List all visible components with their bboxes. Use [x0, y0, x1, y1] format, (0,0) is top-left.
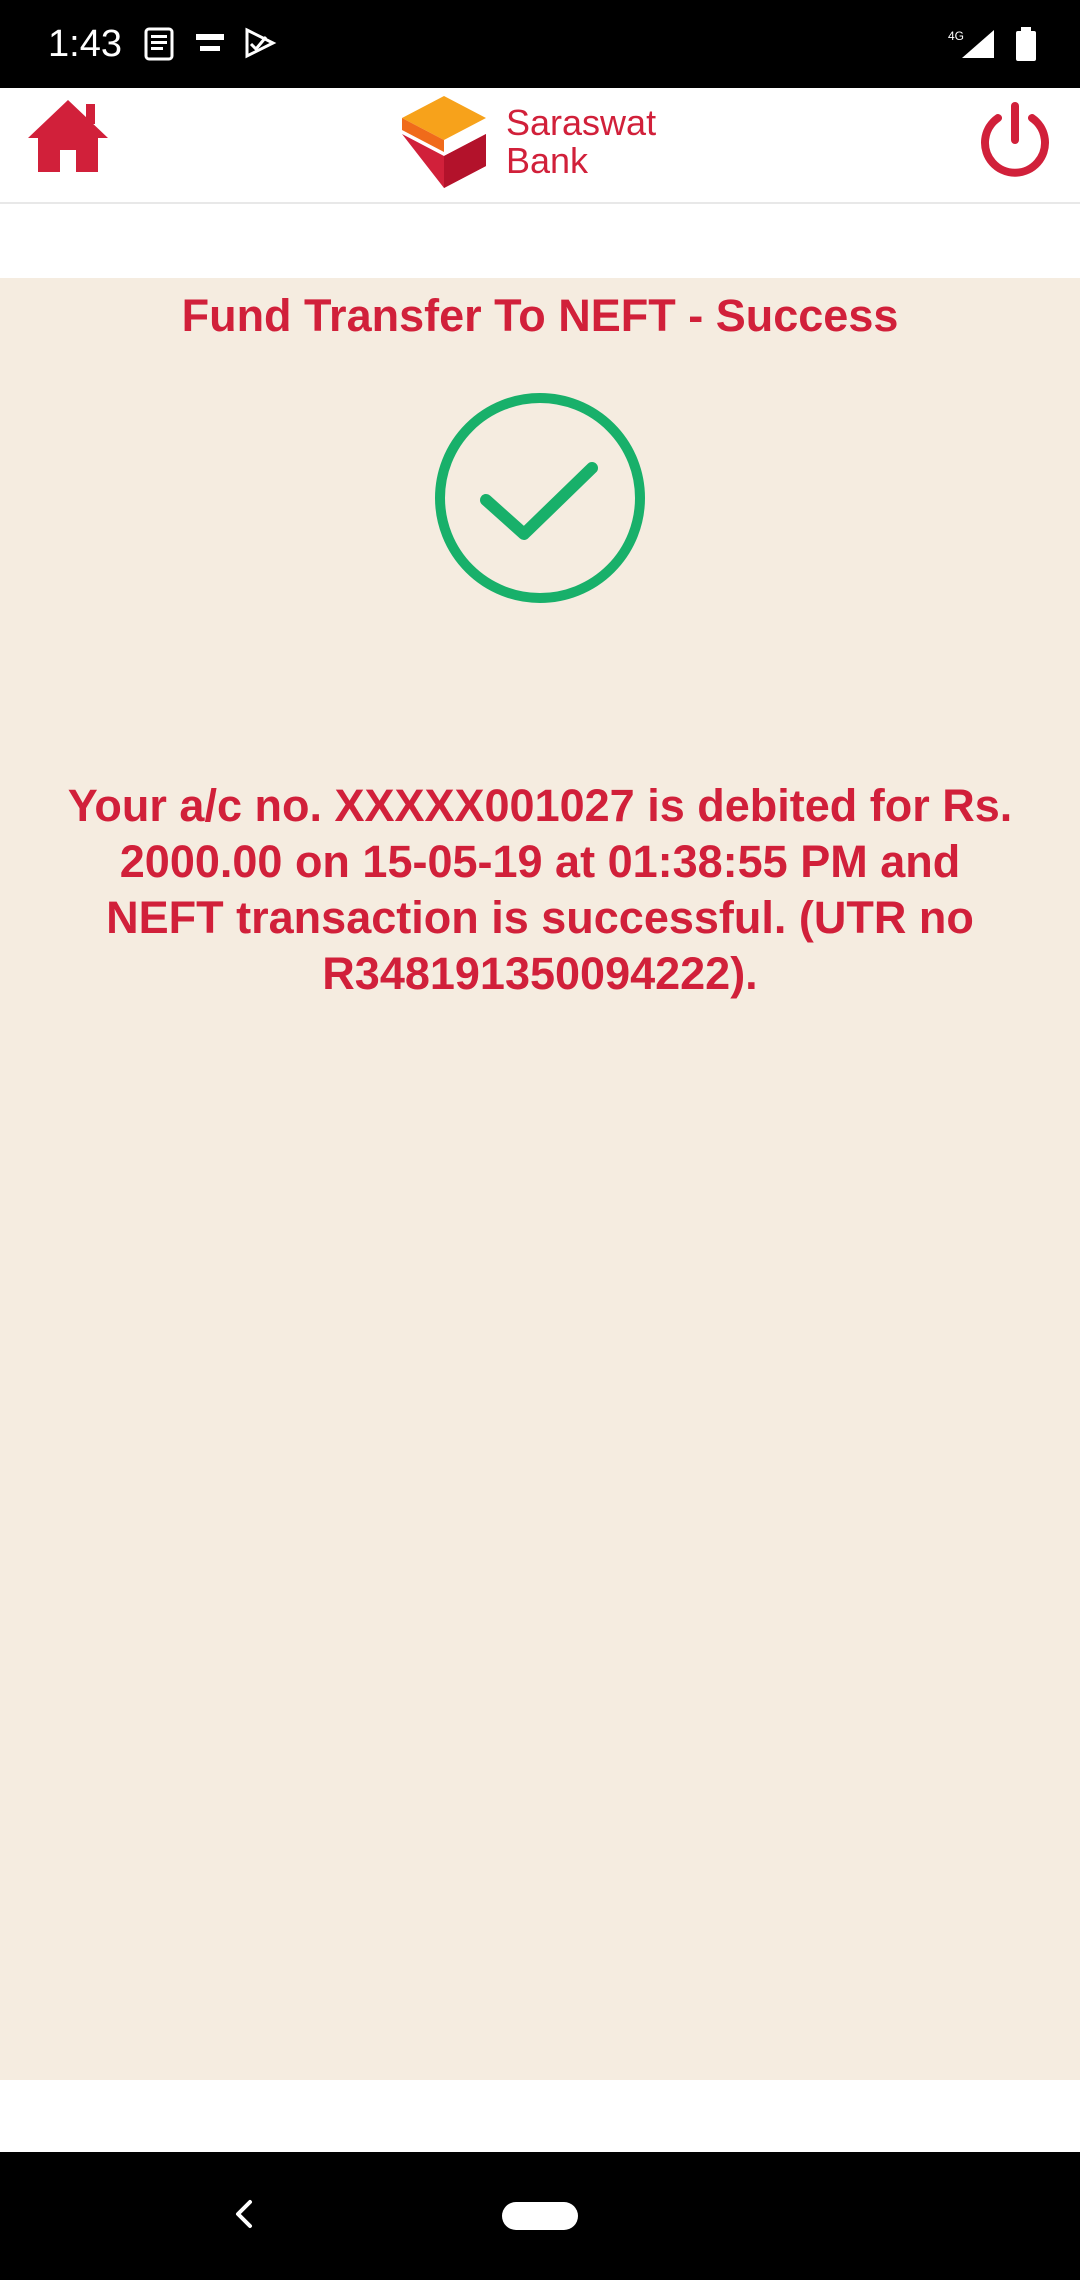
logo-text: Saraswat Bank [506, 104, 656, 180]
signal-4g-icon: 4G [948, 29, 994, 58]
svg-text:4G: 4G [948, 29, 964, 43]
transaction-message: Your a/c no. XXXXX001027 is debited for … [67, 780, 1013, 999]
page-title: Fund Transfer To NEFT - Success [181, 290, 899, 341]
logo-mark-icon [402, 96, 486, 188]
back-chevron-icon[interactable] [222, 2192, 266, 2236]
logo-line-1: Saraswat [506, 102, 657, 143]
home-button[interactable] [24, 94, 112, 182]
bank-logo: Saraswat Bank [400, 94, 690, 190]
logout-button[interactable] [972, 98, 1058, 184]
system-nav-bar [0, 2152, 1080, 2280]
news-icon [144, 27, 174, 61]
logo-line-2: Bank [506, 140, 589, 181]
status-icons-left [142, 20, 278, 68]
power-icon [981, 102, 1049, 177]
app-header: Saraswat Bank [0, 88, 1080, 204]
home-pill[interactable] [502, 2202, 578, 2230]
status-time: 1:43 [48, 23, 122, 65]
home-icon [28, 100, 108, 172]
battery-icon [1016, 27, 1036, 61]
tata-sky-icon [196, 34, 224, 51]
check-circle-icon [435, 393, 645, 603]
status-icons-right: 4G [946, 20, 1040, 68]
result-panel: Fund Transfer To NEFT - Success Your a/c… [0, 278, 1080, 2080]
status-bar: 1:43 4G [0, 0, 1080, 88]
check-flag-icon [245, 27, 277, 59]
